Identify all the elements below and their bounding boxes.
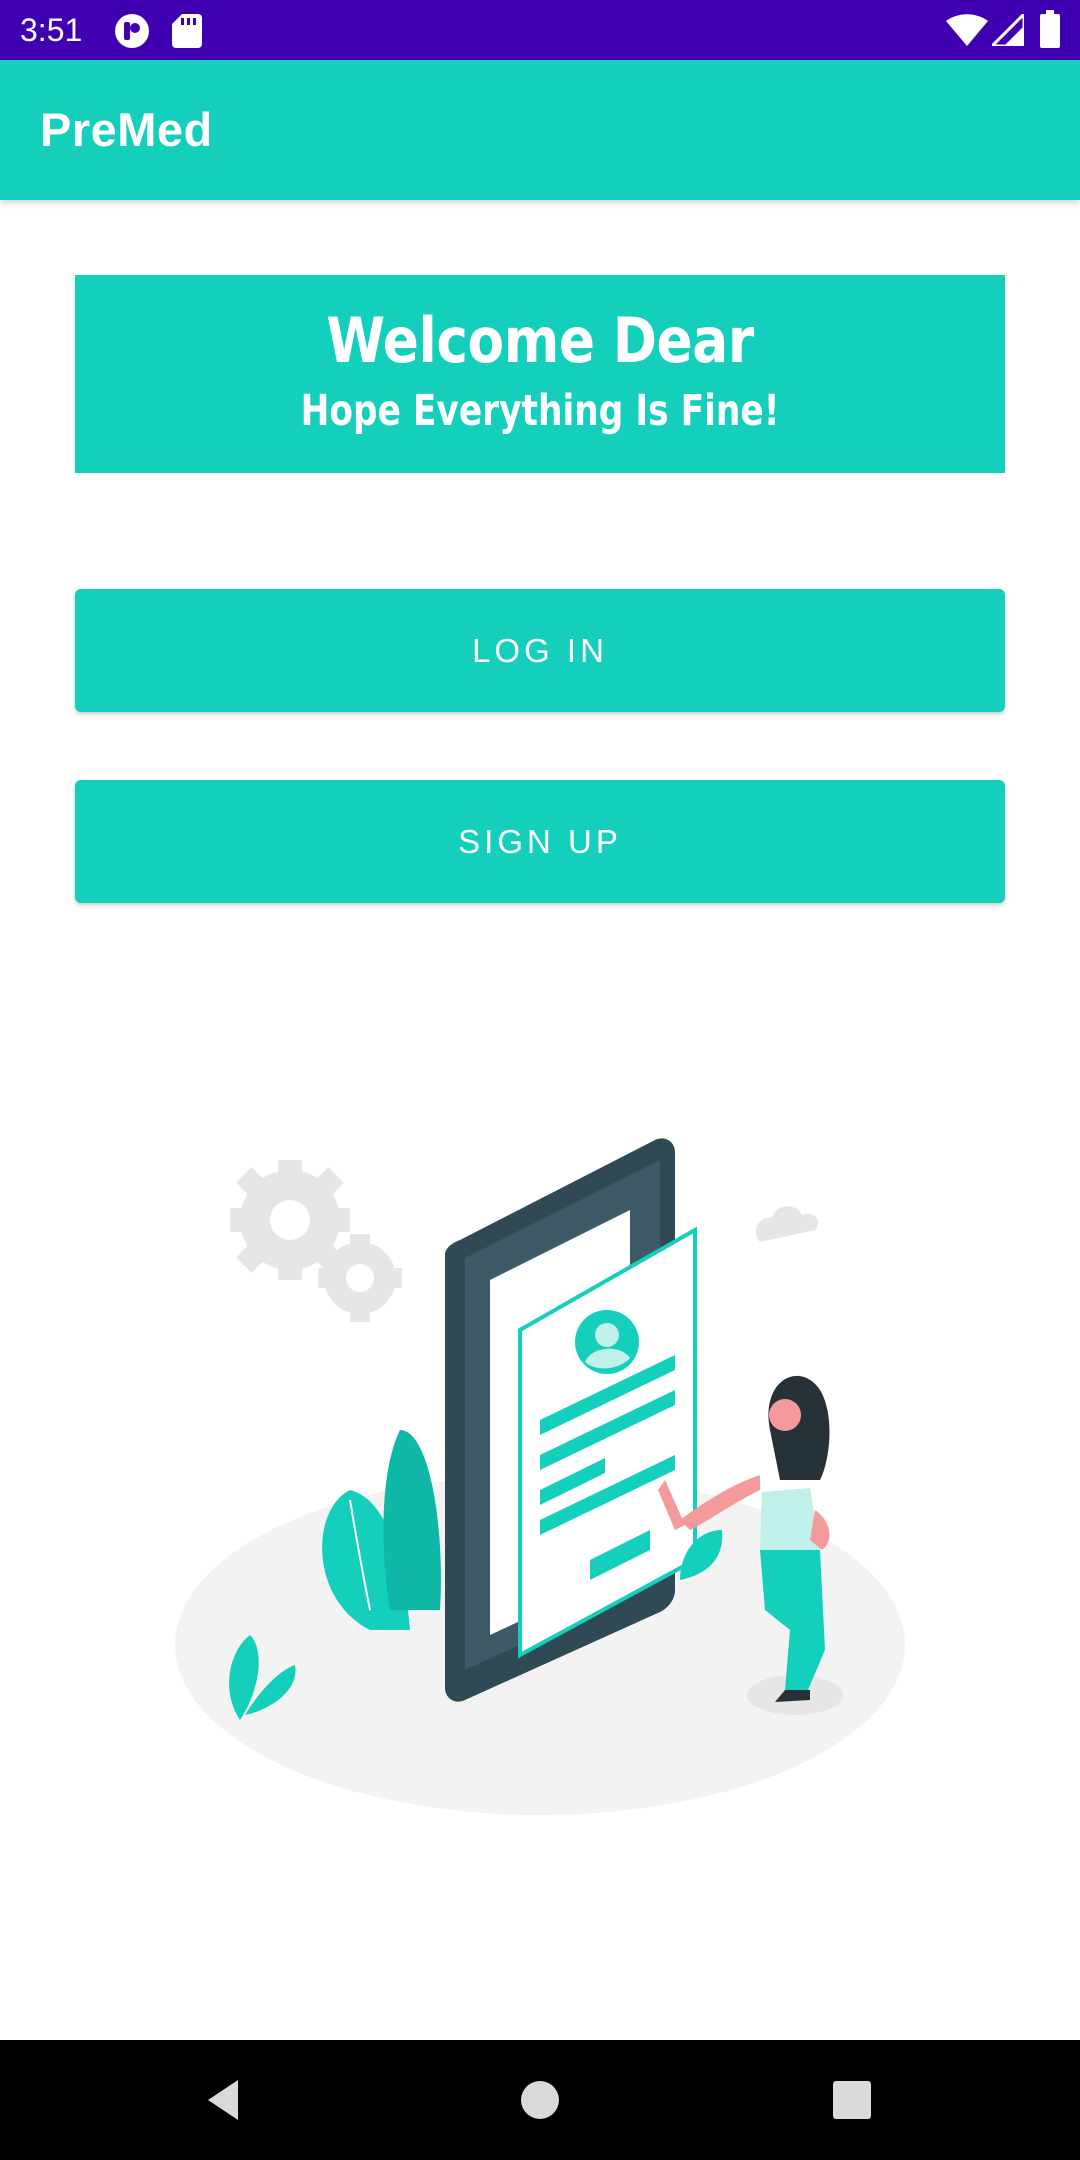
login-button[interactable]: LOG IN <box>75 589 1005 712</box>
battery-icon <box>1040 10 1060 53</box>
signup-button[interactable]: SIGN UP <box>75 780 1005 903</box>
welcome-subtitle: Hope Everything Is Fine! <box>300 386 780 436</box>
sd-card-icon <box>172 14 202 53</box>
navigation-bar <box>0 2040 1080 2160</box>
app-notification-icon <box>114 13 150 54</box>
welcome-title: Welcome Dear <box>326 304 754 377</box>
app-title: PreMed <box>40 103 213 156</box>
welcome-banner: Welcome Dear Hope Everything Is Fine! <box>75 275 1005 473</box>
recents-icon[interactable] <box>822 2070 882 2130</box>
cellular-signal-icon <box>988 10 1026 51</box>
back-icon[interactable] <box>196 2070 256 2130</box>
status-time: 3:51 <box>20 12 83 48</box>
wifi-icon <box>946 14 988 51</box>
gear-icon <box>230 1160 402 1322</box>
cloud-icon <box>755 1206 819 1242</box>
home-icon[interactable] <box>510 2070 570 2130</box>
app-bar: PreMed <box>0 60 1080 200</box>
phone-profile-illustration <box>160 1130 920 1830</box>
status-bar: 3:51 <box>0 0 1080 60</box>
